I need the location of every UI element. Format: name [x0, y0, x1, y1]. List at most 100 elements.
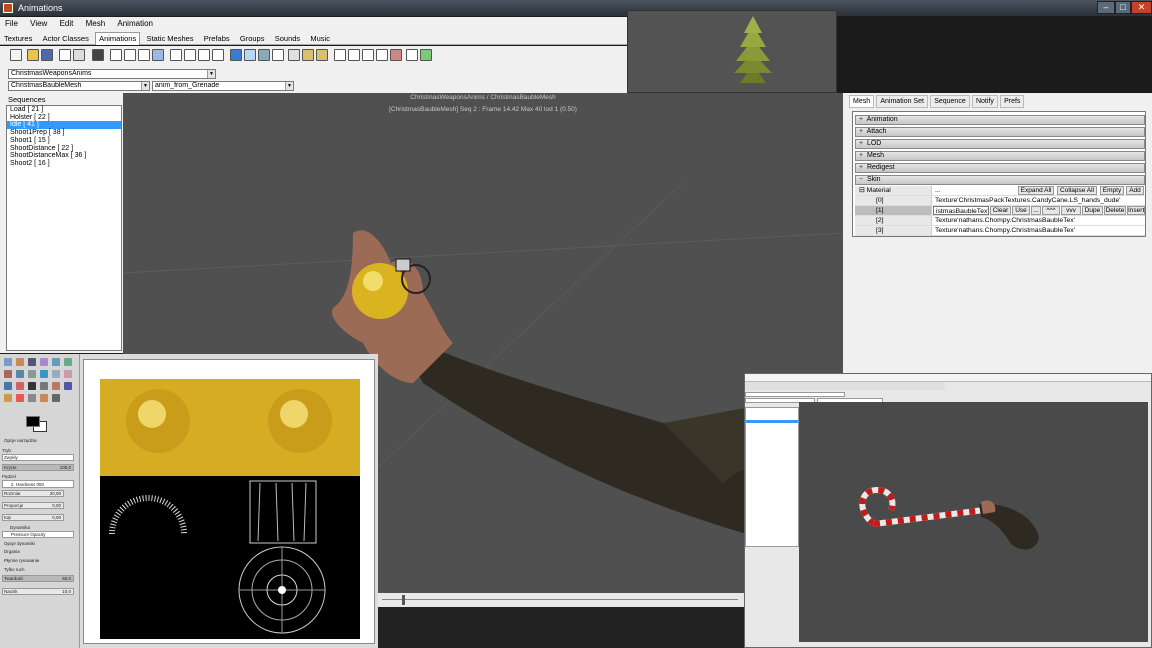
expand-icon[interactable]: + — [859, 152, 865, 160]
menu-view[interactable]: View — [25, 17, 52, 30]
expand-icon[interactable]: + — [859, 116, 865, 124]
add-button[interactable]: Add — [1126, 186, 1144, 195]
view-icon-3[interactable] — [258, 49, 270, 61]
frame-icon[interactable] — [184, 49, 196, 61]
sequence-item-selected[interactable]: Idle [ 41 ] — [7, 121, 121, 130]
expand-icon[interactable]: + — [859, 140, 865, 148]
sequences-list[interactable]: Load [ 21 ] Holster [ 22 ] Idle [ 41 ] S… — [6, 105, 122, 351]
timeline-slider-handle[interactable] — [402, 595, 405, 605]
play-icon[interactable] — [348, 49, 360, 61]
package-combo[interactable]: ChristmasWeaponsAnims ▼ — [8, 69, 216, 79]
category-skin[interactable]: − Skin — [855, 175, 1145, 185]
material-entry-selected[interactable]: [1] istmasBaubleTex' Clear Use ... ^^^ v… — [855, 206, 1145, 216]
foreground-color-swatch[interactable] — [26, 416, 40, 427]
view-icon[interactable] — [230, 49, 242, 61]
texture-canvas[interactable] — [100, 379, 360, 639]
material-entry[interactable]: [0] Texture'ChristmasPackTextures.CandyC… — [855, 196, 1145, 206]
tool-icon-2[interactable] — [302, 49, 314, 61]
wand-icon[interactable] — [28, 358, 36, 366]
jitter-checkbox[interactable]: Drgania — [4, 549, 20, 554]
link-icon[interactable] — [152, 49, 164, 61]
airbrush-icon[interactable] — [64, 382, 72, 390]
tab-animations[interactable]: Animations — [95, 32, 141, 45]
sequence-item[interactable]: Load [ 21 ] — [7, 106, 121, 114]
material-entry-value[interactable]: Texture'nathans.Chompy.ChristmasBaubleTe… — [933, 216, 1145, 225]
skeleton-icon[interactable] — [272, 49, 284, 61]
dynamics-options-label[interactable]: Opcje dynamiki — [4, 541, 35, 546]
lasso-icon[interactable] — [16, 358, 24, 366]
next-frame-icon[interactable] — [376, 49, 388, 61]
browse-button[interactable]: ... — [1031, 206, 1041, 215]
delete-button[interactable]: Delete — [1104, 206, 1126, 215]
flip-icon[interactable] — [64, 370, 72, 378]
menu-file[interactable]: File — [0, 17, 23, 30]
tab-prefs[interactable]: Prefs — [1000, 95, 1025, 108]
chevron-down-icon[interactable]: ▼ — [207, 70, 215, 78]
wireframe-icon[interactable] — [138, 49, 150, 61]
chart-icon[interactable] — [110, 49, 122, 61]
mini-package-combo[interactable] — [745, 392, 845, 397]
sequence-item[interactable]: Holster [ 22 ] — [7, 114, 121, 122]
force-slider[interactable]: Nacisk 10,0 — [2, 588, 74, 595]
brush-icon[interactable] — [40, 382, 48, 390]
material-entry-input[interactable]: istmasBaubleTex' — [933, 206, 989, 215]
clone-icon[interactable] — [4, 394, 12, 402]
tab-sounds[interactable]: Sounds — [271, 32, 304, 46]
chart-icon-2[interactable] — [124, 49, 136, 61]
material-entry[interactable]: [2] Texture'nathans.Chompy.ChristmasBaub… — [855, 216, 1145, 226]
empty-button[interactable]: Empty — [1100, 186, 1124, 195]
incremental-checkbox[interactable]: Tylko ruch — [4, 567, 25, 572]
collapse-icon[interactable]: ⊟ — [859, 187, 865, 194]
category-animation[interactable]: + Animation — [855, 115, 1145, 125]
close-button[interactable]: ✕ — [1131, 1, 1152, 14]
aspect-slider[interactable]: Proporcje 0,00 — [2, 502, 64, 509]
pencil-icon[interactable] — [28, 382, 36, 390]
record-icon[interactable] — [390, 49, 402, 61]
mini-viewport[interactable] — [799, 402, 1148, 642]
scale-icon[interactable] — [28, 370, 36, 378]
expand-all-button[interactable]: Expand All — [1018, 186, 1054, 195]
dupe-button[interactable]: Dupe — [1082, 206, 1103, 215]
dynamics-select[interactable]: Pressure Opacity — [2, 531, 74, 538]
clear-button[interactable]: Clear — [990, 206, 1011, 215]
bucket-icon[interactable] — [16, 382, 24, 390]
view-icon-2[interactable] — [244, 49, 256, 61]
fuzzy-select-icon[interactable] — [40, 358, 48, 366]
grid-icon[interactable] — [198, 49, 210, 61]
search-icon[interactable] — [73, 49, 85, 61]
sequence-item[interactable]: Shoot1Prep [ 38 ] — [7, 129, 121, 137]
text-icon[interactable] — [4, 382, 12, 390]
material-entry[interactable]: [3] Texture'nathans.Chompy.ChristmasBaub… — [855, 226, 1145, 236]
chevron-down-icon[interactable]: ▼ — [141, 82, 149, 90]
material-entry-value[interactable]: Texture'nathans.Chompy.ChristmasBaubleTe… — [933, 226, 1145, 235]
pause-icon[interactable] — [92, 49, 104, 61]
save-icon[interactable] — [41, 49, 53, 61]
copy-icon[interactable] — [59, 49, 71, 61]
move-down-button[interactable]: vvv — [1061, 206, 1081, 215]
mini-selected-sequence[interactable] — [746, 420, 798, 423]
insert-button[interactable]: Insert — [1127, 206, 1145, 215]
select-rect-icon[interactable] — [4, 358, 12, 366]
collapse-all-button[interactable]: Collapse All — [1057, 186, 1097, 195]
move-up-button[interactable]: ^^^ — [1042, 206, 1060, 215]
chevron-down-icon[interactable]: ▼ — [285, 82, 293, 90]
opacity-slider[interactable]: Krycie 100,0 — [2, 464, 74, 471]
menu-mesh[interactable]: Mesh — [81, 17, 111, 30]
bone-icon[interactable] — [170, 49, 182, 61]
tool-icon[interactable] — [288, 49, 300, 61]
open-folder-icon[interactable] — [27, 49, 39, 61]
animation-combo[interactable]: anim_from_Grenade ▼ — [152, 81, 294, 91]
import-icon[interactable] — [420, 49, 432, 61]
window-title-bar[interactable]: Animations — [0, 0, 1152, 16]
tab-actor-classes[interactable]: Actor Classes — [39, 32, 93, 46]
tab-sequence[interactable]: Sequence — [930, 95, 970, 108]
category-mesh[interactable]: + Mesh — [855, 151, 1145, 161]
category-lod[interactable]: + LOD — [855, 139, 1145, 149]
color-picker-icon[interactable] — [52, 394, 60, 402]
maximize-button[interactable]: □ — [1115, 1, 1131, 14]
category-redigest[interactable]: + Redigest — [855, 163, 1145, 173]
crop-icon[interactable] — [4, 370, 12, 378]
category-attach[interactable]: + Attach — [855, 127, 1145, 137]
normals-icon[interactable] — [212, 49, 224, 61]
sequence-item[interactable]: Shoot1 [ 15 ] — [7, 137, 121, 145]
